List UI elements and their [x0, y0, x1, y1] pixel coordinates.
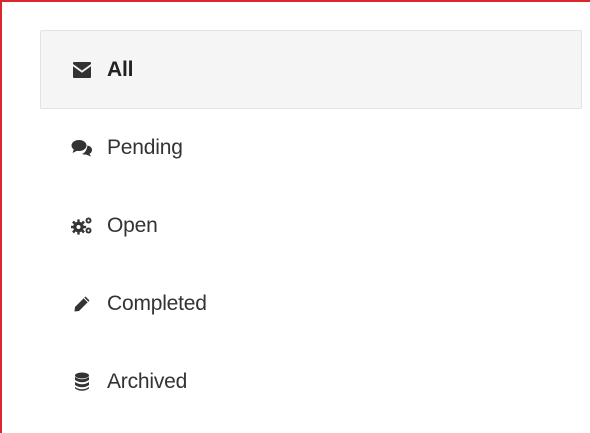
nav-item-open[interactable]: Open — [40, 187, 582, 265]
nav-item-all[interactable]: All — [40, 30, 582, 109]
envelope-icon — [71, 59, 93, 81]
nav-item-label: Archived — [107, 370, 188, 393]
filter-panel: All Pending Open Completed Archived — [0, 0, 590, 433]
nav-item-completed[interactable]: Completed — [40, 265, 582, 343]
database-icon — [71, 371, 93, 393]
nav-item-label: Open — [107, 214, 158, 237]
status-filter-nav: All Pending Open Completed Archived — [40, 30, 582, 421]
nav-item-pending[interactable]: Pending — [40, 109, 582, 187]
comments-icon — [71, 137, 93, 159]
nav-item-label: All — [107, 57, 134, 81]
nav-item-archived[interactable]: Archived — [40, 343, 582, 421]
nav-item-label: Completed — [107, 292, 207, 315]
cogs-icon — [71, 215, 93, 237]
pencil-icon — [71, 293, 93, 315]
nav-item-label: Pending — [107, 136, 183, 159]
